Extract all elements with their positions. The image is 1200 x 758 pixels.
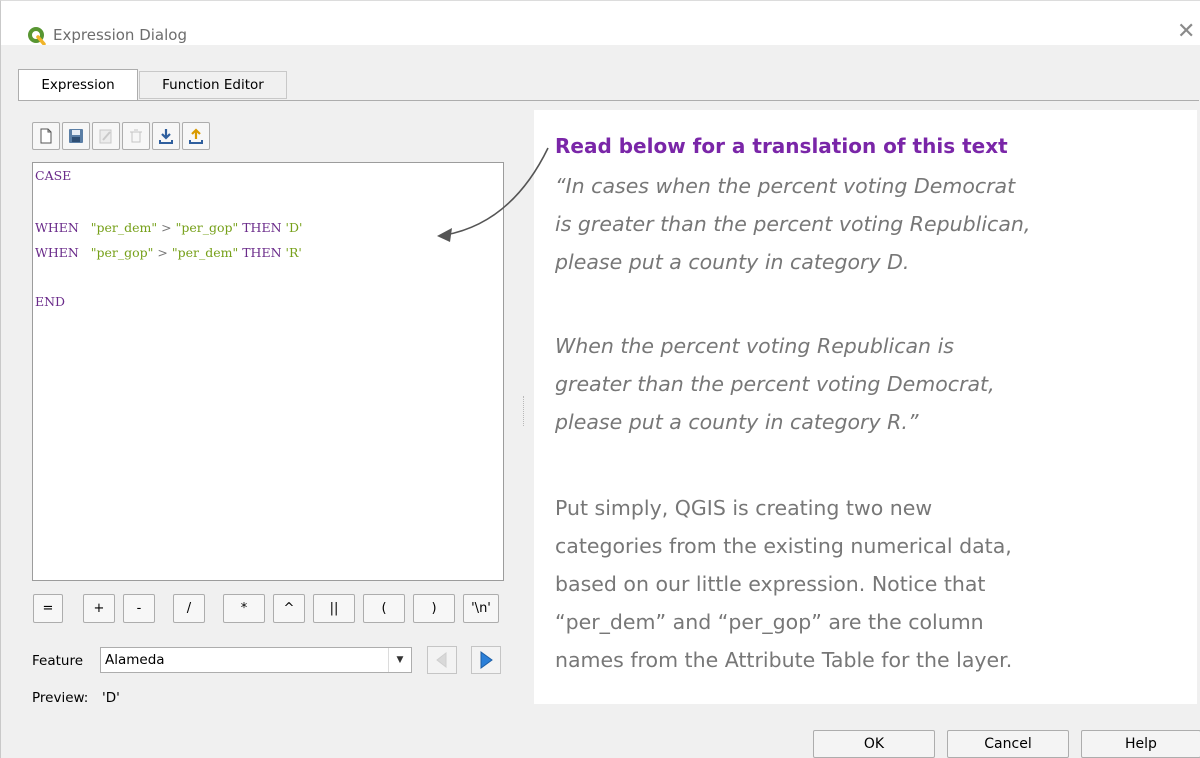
annotation-quote-line: When the percent voting Republican is [555, 334, 954, 358]
preview-label: Preview: [32, 690, 89, 706]
preview-value: 'D' [102, 690, 120, 706]
close-icon[interactable]: ✕ [1177, 21, 1195, 43]
annotation-quote-line: please put a county in category R.” [555, 410, 919, 434]
code-operator: > [161, 220, 172, 235]
code-field: "per_gop" [175, 220, 239, 235]
code-line-case: CASE [35, 168, 72, 183]
code-operator: > [157, 245, 168, 260]
ok-button[interactable]: OK [813, 730, 935, 758]
export-icon[interactable] [182, 122, 210, 150]
next-feature-button[interactable] [471, 646, 501, 674]
save-icon[interactable] [62, 122, 90, 150]
feature-select[interactable]: Alameda ▼ [100, 647, 412, 673]
annotation-body-line: based on our little expression. Notice t… [555, 572, 986, 596]
annotation-quote-line: greater than the percent voting Democrat… [555, 372, 995, 396]
code-field: "per_gop" [90, 245, 154, 260]
code-keyword: THEN [242, 245, 282, 260]
annotation-body-line: categories from the existing numerical d… [555, 534, 1012, 558]
previous-feature-button[interactable] [427, 646, 457, 674]
new-file-icon[interactable] [32, 122, 60, 150]
operator-newline-button[interactable]: '\n' [463, 594, 499, 623]
code-keyword: THEN [242, 220, 282, 235]
annotation-quote-line: please put a county in category D. [555, 250, 910, 274]
code-keyword: WHEN [35, 245, 79, 260]
code-keyword: WHEN [35, 220, 79, 235]
annotation-body-line: Put simply, QGIS is creating two new [555, 496, 933, 520]
operator-divide-button[interactable]: / [173, 594, 205, 623]
feature-label: Feature [32, 653, 84, 669]
tab-function-editor[interactable]: Function Editor [139, 71, 287, 99]
title-bar: Expression Dialog ✕ [1, 1, 1200, 45]
code-field: "per_dem" [171, 245, 239, 260]
import-icon[interactable] [152, 122, 180, 150]
annotation-quote-line: is greater than the percent voting Repub… [555, 212, 1031, 236]
operator-minus-button[interactable]: - [123, 594, 155, 623]
expression-editor[interactable]: CASE WHEN "per_dem" > "per_gop" THEN 'D'… [32, 162, 504, 581]
arrow-right-icon [480, 651, 493, 669]
operator-power-button[interactable]: ^ [273, 594, 305, 623]
code-line-end: END [35, 294, 66, 309]
operator-close-paren-button[interactable]: ) [413, 594, 455, 623]
operator-multiply-button[interactable]: * [223, 594, 265, 623]
help-button[interactable]: Help [1081, 730, 1200, 758]
feature-select-value: Alameda [105, 652, 165, 668]
annotation-quote-line: “In cases when the percent voting Democr… [555, 174, 1016, 198]
annotation-heading: Read below for a translation of this tex… [555, 134, 1008, 158]
code-field: "per_dem" [90, 220, 158, 235]
edit-icon[interactable] [92, 122, 120, 150]
code-line-when-gop: WHEN "per_gop" > "per_dem" THEN 'R' [35, 245, 302, 260]
code-string: 'D' [285, 220, 303, 235]
code-string: 'R' [285, 245, 302, 260]
window-title: Expression Dialog [53, 26, 187, 44]
operator-plus-button[interactable]: + [83, 594, 115, 623]
qgis-logo-icon [28, 27, 46, 45]
panel-splitter[interactable] [523, 396, 526, 426]
operator-open-paren-button[interactable]: ( [363, 594, 405, 623]
operator-equals-button[interactable]: = [33, 594, 63, 623]
delete-icon[interactable] [122, 122, 150, 150]
chevron-down-icon[interactable]: ▼ [388, 648, 411, 672]
arrow-left-icon [436, 651, 447, 669]
code-line-when-dem: WHEN "per_dem" > "per_gop" THEN 'D' [35, 220, 302, 235]
tab-expression[interactable]: Expression [18, 69, 138, 101]
operator-concat-button[interactable]: || [313, 594, 355, 623]
annotation-body-line: “per_dem” and “per_gop” are the column [555, 610, 984, 634]
annotation-body-line: names from the Attribute Table for the l… [555, 648, 1013, 672]
cancel-button[interactable]: Cancel [947, 730, 1069, 758]
